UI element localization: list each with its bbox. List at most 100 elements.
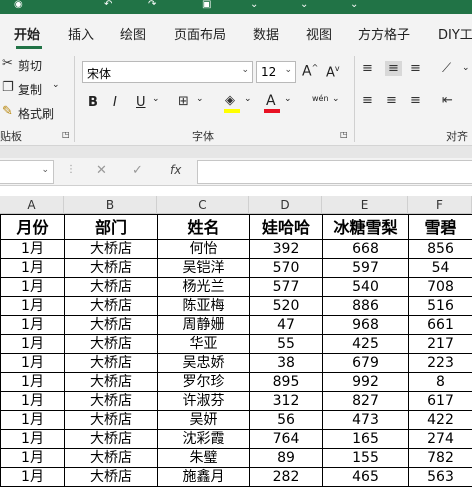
header-cell[interactable]: 雪碧 <box>409 215 472 240</box>
table-cell[interactable]: 1月 <box>1 411 65 430</box>
shrink-font-button[interactable]: Av <box>326 64 340 80</box>
border-icon[interactable]: ⊞ <box>178 94 189 109</box>
table-cell[interactable]: 大桥店 <box>65 335 158 354</box>
table-cell[interactable]: 38 <box>250 354 323 373</box>
table-cell[interactable]: 吴铠洋 <box>158 259 250 278</box>
column-header-e[interactable]: E <box>322 196 408 214</box>
table-cell[interactable]: 668 <box>323 240 409 259</box>
qa-custom-icon[interactable]: ⌄ <box>350 0 358 12</box>
cancel-icon[interactable]: ✕ <box>96 163 107 178</box>
underline-button[interactable]: U <box>136 95 146 110</box>
clipboard-launcher-icon[interactable]: ◳ <box>62 130 70 139</box>
table-cell[interactable]: 520 <box>250 297 323 316</box>
table-cell[interactable]: 大桥店 <box>65 430 158 449</box>
table-cell[interactable]: 473 <box>323 411 409 430</box>
table-cell[interactable]: 周静姗 <box>158 316 250 335</box>
table-cell[interactable]: 223 <box>409 354 472 373</box>
table-cell[interactable]: 大桥店 <box>65 354 158 373</box>
table-cell[interactable]: 516 <box>409 297 472 316</box>
table-cell[interactable]: 540 <box>323 278 409 297</box>
tab-insert[interactable]: 插入 <box>68 24 94 43</box>
table-cell[interactable]: 577 <box>250 278 323 297</box>
table-cell[interactable]: 968 <box>323 316 409 335</box>
table-cell[interactable]: 312 <box>250 392 323 411</box>
font-name-select[interactable]: 宋体 ⌄ <box>82 61 253 83</box>
table-cell[interactable]: 89 <box>250 449 323 468</box>
copy-icon[interactable]: ❐ <box>2 80 14 95</box>
table-cell[interactable]: 422 <box>409 411 472 430</box>
tab-diy[interactable]: DIY工具 <box>438 24 472 43</box>
tab-fangfang[interactable]: 方方格子 <box>358 24 410 43</box>
font-launcher-icon[interactable]: ◳ <box>340 130 348 139</box>
table-cell[interactable]: 274 <box>409 430 472 449</box>
table-cell[interactable]: 陈亚梅 <box>158 297 250 316</box>
table-cell[interactable]: 465 <box>323 468 409 487</box>
align-top-icon[interactable]: ≡ <box>362 61 373 76</box>
table-cell[interactable]: 大桥店 <box>65 392 158 411</box>
table-cell[interactable]: 吴妍 <box>158 411 250 430</box>
table-cell[interactable]: 827 <box>323 392 409 411</box>
table-cell[interactable]: 886 <box>323 297 409 316</box>
table-cell[interactable]: 何怡 <box>158 240 250 259</box>
format-painter-button[interactable]: 格式刷 <box>18 105 54 122</box>
redo-icon[interactable]: ↷ <box>148 0 156 12</box>
undo-icon[interactable]: ↶ <box>104 0 112 12</box>
table-cell[interactable]: 1月 <box>1 297 65 316</box>
table-cell[interactable]: 1月 <box>1 316 65 335</box>
table-cell[interactable]: 大桥店 <box>65 468 158 487</box>
copy-button[interactable]: 复制 <box>18 81 42 98</box>
table-cell[interactable]: 1月 <box>1 468 65 487</box>
toggle-icon[interactable]: ◉ <box>14 0 23 12</box>
table-cell[interactable]: 679 <box>323 354 409 373</box>
formula-input[interactable] <box>197 160 472 184</box>
orientation-dropdown-icon[interactable]: ⌄ <box>462 63 470 73</box>
table-cell[interactable]: 大桥店 <box>65 373 158 392</box>
table-cell[interactable]: 华亚 <box>158 335 250 354</box>
fill-dropdown-icon[interactable]: ⌄ <box>244 94 252 104</box>
header-cell[interactable]: 冰糖雪梨 <box>323 215 409 240</box>
align-bottom-icon[interactable]: ≡ <box>410 61 421 76</box>
align-center-icon[interactable]: ≡ <box>386 93 397 108</box>
table-cell[interactable]: 895 <box>250 373 323 392</box>
table-cell[interactable]: 764 <box>250 430 323 449</box>
table-cell[interactable]: 992 <box>323 373 409 392</box>
table-cell[interactable]: 大桥店 <box>65 259 158 278</box>
table-cell[interactable]: 大桥店 <box>65 411 158 430</box>
column-header-b[interactable]: B <box>64 196 157 214</box>
table-cell[interactable]: 1月 <box>1 430 65 449</box>
tab-draw[interactable]: 绘图 <box>120 24 146 43</box>
table-cell[interactable]: 56 <box>250 411 323 430</box>
table-cell[interactable]: 47 <box>250 316 323 335</box>
table-cell[interactable]: 1月 <box>1 449 65 468</box>
table-cell[interactable]: 54 <box>409 259 472 278</box>
table-cell[interactable]: 856 <box>409 240 472 259</box>
table-cell[interactable]: 708 <box>409 278 472 297</box>
table-cell[interactable]: 570 <box>250 259 323 278</box>
grow-font-button[interactable]: A^ <box>302 63 318 80</box>
table-cell[interactable]: 617 <box>409 392 472 411</box>
underline-dropdown-icon[interactable]: ⌄ <box>152 94 160 104</box>
table-cell[interactable]: 大桥店 <box>65 316 158 335</box>
phonetic-dropdown-icon[interactable]: ⌄ <box>332 94 340 104</box>
font-color-icon[interactable]: A <box>266 93 276 109</box>
table-cell[interactable]: 597 <box>323 259 409 278</box>
dropdown-icon[interactable]: ⌄ <box>250 0 258 12</box>
scissors-icon[interactable]: ✂ <box>2 56 13 71</box>
table-cell[interactable]: 沈彩霞 <box>158 430 250 449</box>
tab-home[interactable]: 开始 <box>14 24 40 43</box>
table-cell[interactable]: 217 <box>409 335 472 354</box>
table-cell[interactable]: 782 <box>409 449 472 468</box>
table-cell[interactable]: 许淑芬 <box>158 392 250 411</box>
save-icon[interactable]: ▣ <box>202 0 211 12</box>
column-header-d[interactable]: D <box>249 196 322 214</box>
table-cell[interactable]: 392 <box>250 240 323 259</box>
tab-view[interactable]: 视图 <box>306 24 332 43</box>
name-box[interactable]: ⌄ <box>0 160 54 184</box>
table-cell[interactable]: 155 <box>323 449 409 468</box>
tab-data[interactable]: 数据 <box>253 24 279 43</box>
table-cell[interactable]: 杨光兰 <box>158 278 250 297</box>
column-header-c[interactable]: C <box>157 196 249 214</box>
column-header-a[interactable]: A <box>0 196 64 214</box>
table-cell[interactable]: 165 <box>323 430 409 449</box>
table-cell[interactable]: 大桥店 <box>65 278 158 297</box>
